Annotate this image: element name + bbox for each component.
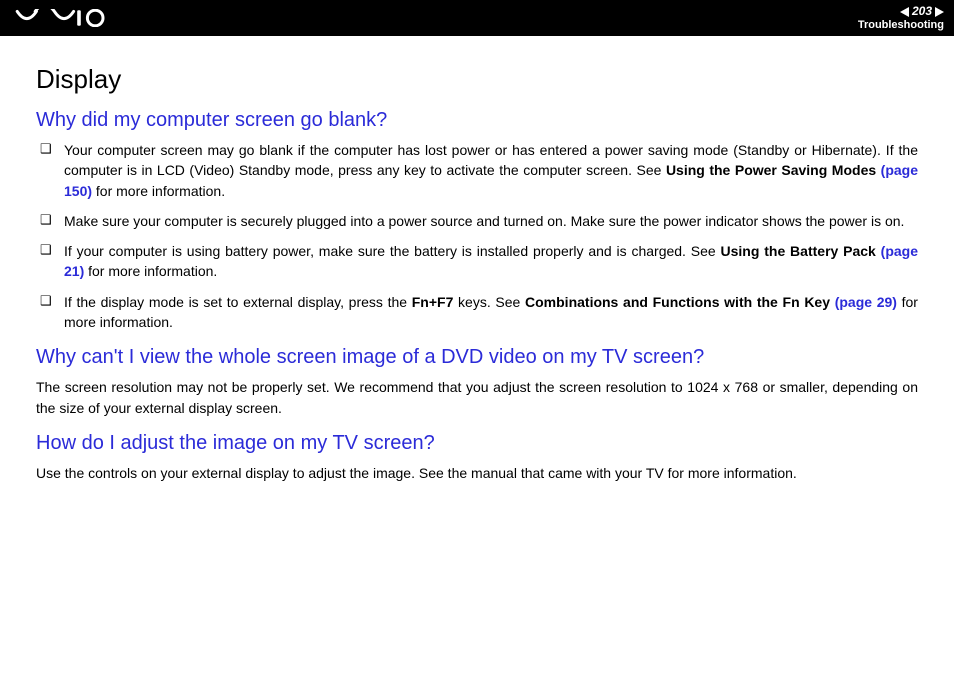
text: keys. See	[453, 294, 525, 310]
text: If your computer is using battery power,…	[64, 243, 721, 259]
list-item: Make sure your computer is securely plug…	[36, 211, 918, 231]
question-heading-3: How do I adjust the image on my TV scree…	[36, 432, 918, 455]
page-title: Display	[36, 64, 918, 95]
bold-text: Combinations and Functions with the Fn K…	[525, 294, 835, 310]
answer-list-1: Your computer screen may go blank if the…	[36, 140, 918, 332]
list-item: If your computer is using battery power,…	[36, 241, 918, 282]
list-item: Your computer screen may go blank if the…	[36, 140, 918, 201]
text: for more information.	[92, 183, 225, 199]
vaio-logo	[14, 0, 114, 36]
answer-paragraph-3: Use the controls on your external displa…	[36, 463, 918, 483]
question-heading-1: Why did my computer screen go blank?	[36, 109, 918, 132]
page-pager: 203	[900, 5, 944, 18]
page-content: Display Why did my computer screen go bl…	[0, 36, 954, 511]
bold-text: Using the Battery Pack	[721, 243, 881, 259]
bold-text: Fn+F7	[412, 294, 454, 310]
header-nav: 203 Troubleshooting	[858, 5, 944, 30]
bold-text: Using the Power Saving Modes	[666, 162, 881, 178]
next-page-icon[interactable]	[935, 7, 944, 17]
answer-paragraph-2: The screen resolution may not be properl…	[36, 377, 918, 418]
page-ref-link[interactable]: (page 29)	[835, 294, 897, 310]
prev-page-icon[interactable]	[900, 7, 909, 17]
section-label: Troubleshooting	[858, 19, 944, 31]
text: If the display mode is set to external d…	[64, 294, 412, 310]
text: for more information.	[84, 263, 217, 279]
header-bar: 203 Troubleshooting	[0, 0, 954, 36]
list-item: If the display mode is set to external d…	[36, 292, 918, 333]
page-number: 203	[911, 5, 933, 18]
question-heading-2: Why can't I view the whole screen image …	[36, 346, 918, 369]
